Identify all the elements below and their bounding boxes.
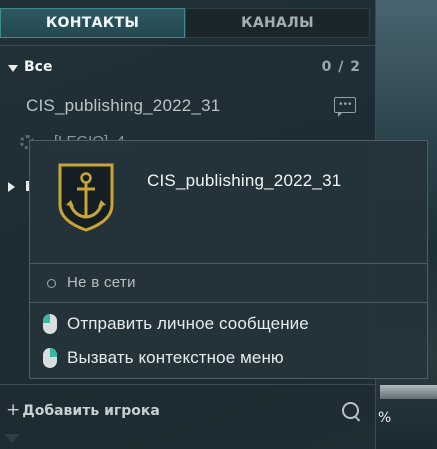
panel-pointer bbox=[4, 434, 20, 443]
status-text: Не в сети bbox=[67, 274, 136, 291]
plus-icon: + bbox=[6, 400, 21, 420]
add-player-label: Добавить игрока bbox=[22, 403, 160, 419]
divider bbox=[30, 263, 427, 264]
add-player-button[interactable]: + Добавить игрока bbox=[6, 400, 160, 420]
contact-row[interactable]: CIS_publishing_2022_31 ••• bbox=[0, 93, 375, 121]
hint-text: Вызвать контекстное меню bbox=[67, 348, 284, 367]
group-count: 0 / 2 bbox=[321, 59, 361, 75]
divider bbox=[30, 302, 427, 303]
group-header-all[interactable]: Все 0 / 2 bbox=[0, 58, 375, 82]
group-name: Все bbox=[24, 59, 53, 75]
caret-down-icon[interactable] bbox=[8, 65, 18, 72]
caret-right-icon[interactable] bbox=[8, 182, 15, 192]
mouse-left-icon bbox=[43, 314, 57, 334]
background-percent: % bbox=[378, 410, 392, 426]
tab-contacts[interactable]: КОНТАКТЫ bbox=[0, 8, 185, 38]
background-ship bbox=[380, 385, 437, 399]
mouse-right-icon bbox=[43, 348, 57, 368]
search-icon[interactable] bbox=[342, 402, 359, 419]
message-icon[interactable]: ••• bbox=[334, 97, 356, 117]
divider bbox=[0, 45, 375, 46]
card-player-name: CIS_publishing_2022_31 bbox=[147, 171, 342, 190]
anchor-emblem-icon bbox=[58, 163, 114, 232]
tab-channels[interactable]: КАНАЛЫ bbox=[185, 8, 370, 38]
tab-bar: КОНТАКТЫ КАНАЛЫ bbox=[0, 8, 375, 40]
contact-tooltip-card: CIS_publishing_2022_31 Не в сети Отправи… bbox=[29, 140, 428, 379]
hint-context-menu: Вызвать контекстное меню bbox=[43, 347, 284, 369]
contact-name: CIS_publishing_2022_31 bbox=[26, 96, 221, 115]
divider bbox=[0, 384, 375, 385]
hint-send-message: Отправить личное сообщение bbox=[43, 313, 309, 335]
offline-dot-icon bbox=[47, 279, 56, 288]
hint-text: Отправить личное сообщение bbox=[67, 314, 309, 333]
